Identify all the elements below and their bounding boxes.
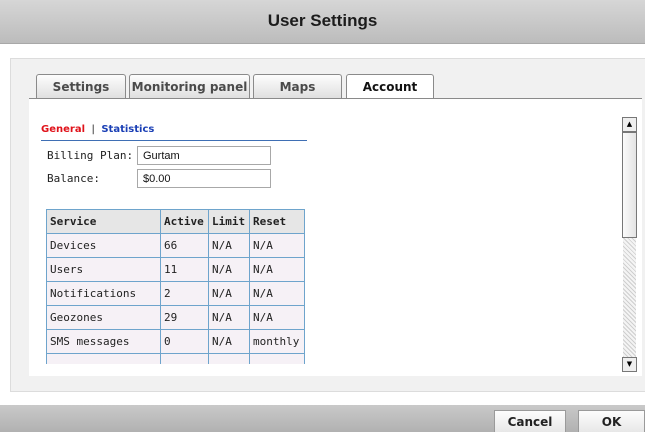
tab-maps[interactable]: Maps [253, 74, 342, 99]
cell-active: 2 [160, 281, 209, 306]
cell-limit: N/A [208, 329, 250, 354]
cell-reset [249, 353, 305, 364]
cell-limit: N/A [208, 305, 250, 330]
title-bar: User Settings [0, 0, 645, 44]
cell-limit: N/A [208, 257, 250, 282]
billing-plan-field[interactable]: Gurtam [137, 146, 271, 165]
services-table: Service Active Limit Reset Devices 66 N/… [46, 209, 305, 364]
cell-active: 11 [160, 257, 209, 282]
scroll-up-button[interactable]: ▲ [622, 117, 637, 132]
cell-limit: N/A [208, 281, 250, 306]
subnav-statistics-link[interactable]: Statistics [101, 124, 154, 135]
table-row: Devices 66 N/A N/A [46, 233, 305, 258]
tab-settings[interactable]: Settings [36, 74, 126, 99]
cancel-button[interactable]: Cancel [494, 410, 566, 432]
arrow-up-icon: ▲ [626, 120, 633, 128]
table-row [46, 353, 305, 364]
table-row: Geozones 29 N/A N/A [46, 305, 305, 330]
column-header-reset: Reset [249, 209, 305, 234]
column-header-limit: Limit [208, 209, 250, 234]
subnav-general-link[interactable]: General [41, 124, 85, 135]
cell-reset: monthly [249, 329, 305, 354]
scroll-down-button[interactable]: ▼ [622, 357, 637, 372]
cell-reset: N/A [249, 257, 305, 282]
cell-service: SMS messages [46, 329, 161, 354]
cell-active [160, 353, 209, 364]
cell-limit: N/A [208, 233, 250, 258]
subnav: General | Statistics [41, 124, 154, 135]
table-row: Users 11 N/A N/A [46, 257, 305, 282]
table-header-row: Service Active Limit Reset [46, 209, 305, 234]
subnav-underline [41, 140, 307, 141]
subnav-separator: | [91, 124, 95, 135]
table-row: Notifications 2 N/A N/A [46, 281, 305, 306]
window-title: User Settings [267, 11, 378, 30]
cell-service: Notifications [46, 281, 161, 306]
vertical-scrollbar[interactable]: ▲ ▼ [622, 117, 637, 372]
cell-service: Users [46, 257, 161, 282]
cell-service: Geozones [46, 305, 161, 330]
cell-active: 0 [160, 329, 209, 354]
services-table-container: Service Active Limit Reset Devices 66 N/… [46, 209, 306, 364]
billing-plan-label: Billing Plan: [47, 149, 134, 162]
ok-button[interactable]: OK [578, 410, 645, 432]
cell-reset: N/A [249, 281, 305, 306]
cell-service [46, 353, 161, 364]
table-row: SMS messages 0 N/A monthly [46, 329, 305, 354]
cell-limit [208, 353, 250, 364]
cell-active: 29 [160, 305, 209, 330]
column-header-active: Active [160, 209, 209, 234]
scrollbar-thumb[interactable] [622, 132, 637, 238]
cell-reset: N/A [249, 305, 305, 330]
tab-account[interactable]: Account [346, 74, 434, 101]
tab-monitoring-panel[interactable]: Monitoring panel [129, 74, 250, 99]
balance-field[interactable]: $0.00 [137, 169, 271, 188]
balance-label: Balance: [47, 172, 100, 185]
column-header-service: Service [46, 209, 161, 234]
arrow-down-icon: ▼ [626, 360, 633, 368]
cell-active: 66 [160, 233, 209, 258]
cell-reset: N/A [249, 233, 305, 258]
cell-service: Devices [46, 233, 161, 258]
